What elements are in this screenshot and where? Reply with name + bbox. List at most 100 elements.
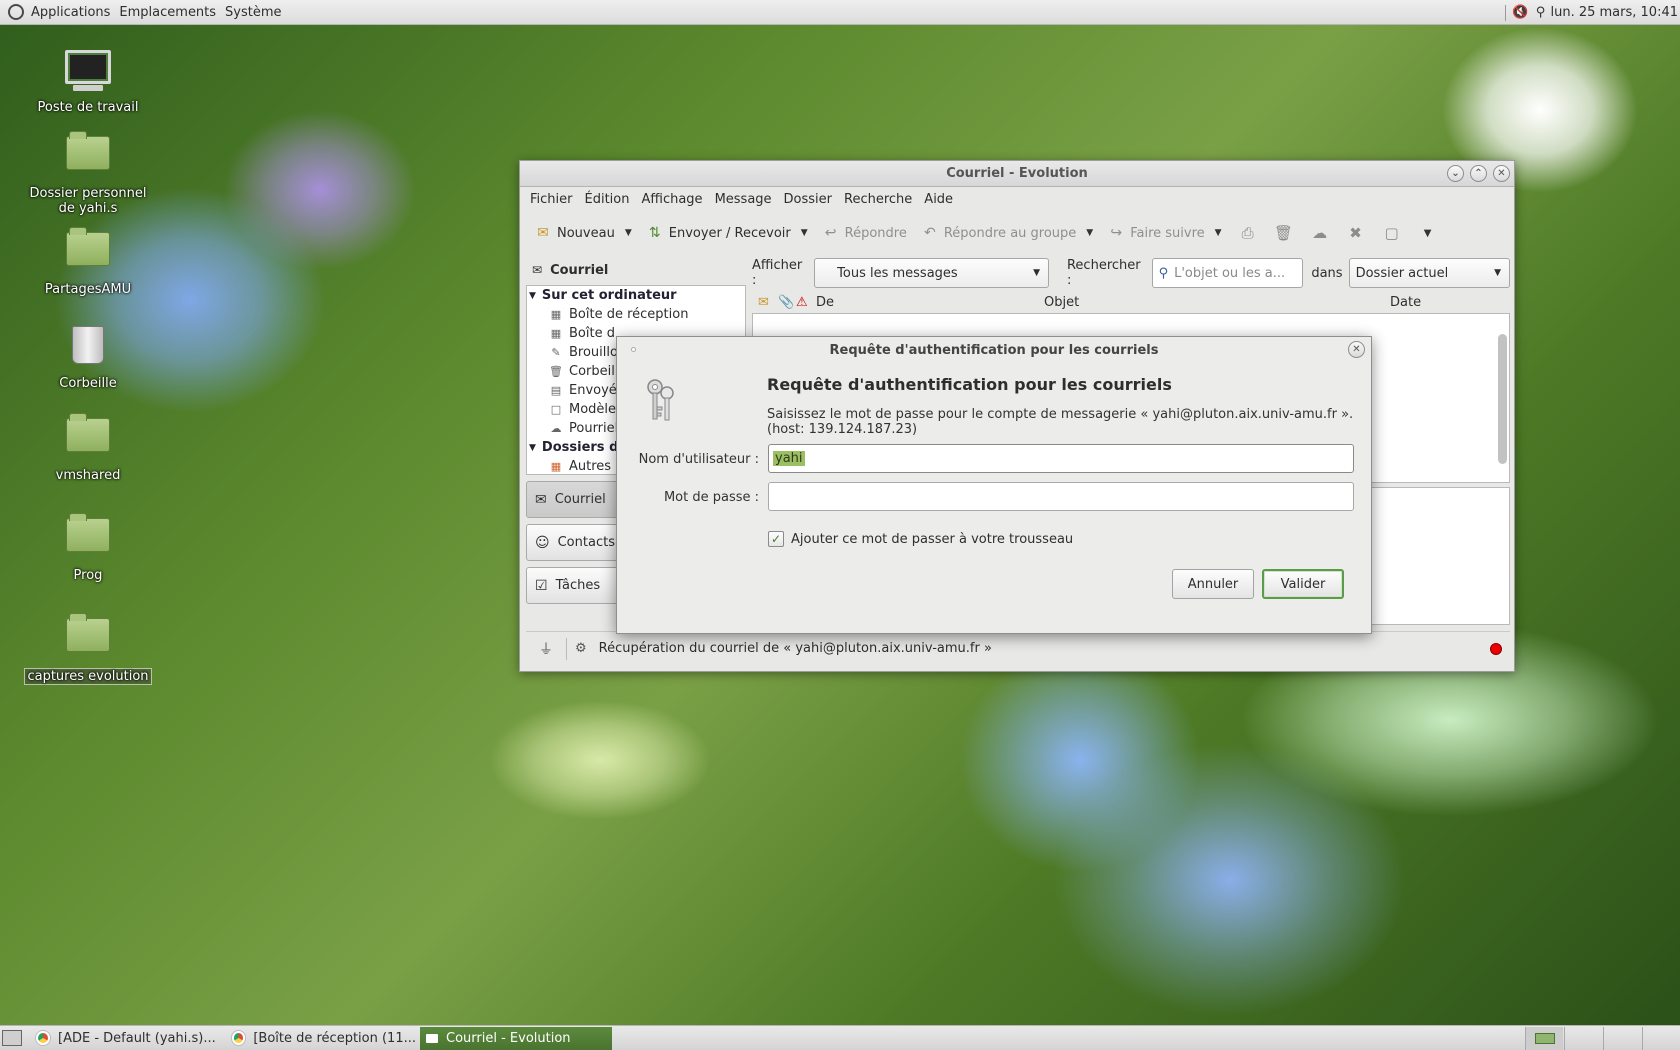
desktop-icon-prog[interactable]: Prog (13, 510, 163, 583)
junk-icon[interactable]: ☁ (1308, 221, 1332, 245)
cancel-icon[interactable]: ▢ (1380, 221, 1404, 245)
tree-group-local[interactable]: ▼ Sur cet ordinateur (527, 286, 745, 305)
window-titlebar[interactable]: Courriel - Evolution ⌄ ⌃ ✕ (520, 161, 1514, 187)
desktop-icon-home[interactable]: Dossier personnel de yahi.s (13, 128, 163, 216)
remember-password-label[interactable]: Ajouter ce mot de passer à votre trousse… (791, 532, 1073, 547)
workspace-4[interactable] (1642, 1027, 1680, 1050)
dialog-titlebar[interactable]: Requête d'authentification pour les cour… (617, 337, 1371, 363)
close-icon[interactable]: ✕ (1348, 341, 1365, 358)
scrollbar[interactable] (1497, 318, 1507, 478)
desktop-icon-captures[interactable]: captures evolution (13, 610, 163, 685)
inbox-icon: ▦ (550, 308, 562, 321)
volume-muted-icon[interactable]: 🔇 (1512, 5, 1528, 21)
menu-fichier[interactable]: Fichier (530, 192, 573, 207)
minimize-icon[interactable]: ⌄ (1447, 165, 1464, 182)
menu-dossier[interactable]: Dossier (784, 192, 832, 207)
task-inbox[interactable]: [Boîte de réception (11... (226, 1027, 416, 1050)
show-filter-select[interactable]: Tous les messages ▼ (814, 258, 1049, 288)
workspace-3[interactable] (1603, 1027, 1641, 1050)
password-field[interactable] (768, 482, 1354, 511)
column-subject[interactable]: Objet (1044, 295, 1390, 310)
workspace-2[interactable] (1564, 1027, 1602, 1050)
clock[interactable]: lun. 25 mars, 10:41 (1550, 5, 1680, 20)
expander-icon[interactable]: ▼ (529, 443, 536, 453)
menu-recherche[interactable]: Recherche (844, 192, 912, 207)
not-junk-icon[interactable]: ✖ (1344, 221, 1368, 245)
status-column-icon[interactable]: ✉ (758, 295, 778, 310)
send-receive-button[interactable]: ⇅ Envoyer / Recevoir ▼ (646, 224, 808, 242)
column-date[interactable]: Date (1390, 295, 1421, 310)
dialog-message: Saisissez le mot de passe pour le compte… (767, 407, 1357, 437)
menu-places[interactable]: Emplacements (119, 5, 216, 20)
chevron-down-icon[interactable]: ▼ (1215, 228, 1222, 238)
new-mail-icon: ✉ (537, 225, 549, 241)
attachment-column-icon[interactable]: 📎 (778, 295, 796, 310)
remember-password-row[interactable]: ✓ Ajouter ce mot de passer à votre trous… (768, 531, 1073, 547)
desktop-icon-label: Corbeille (59, 376, 117, 391)
forward-button[interactable]: ↪ Faire suivre ▼ (1107, 224, 1221, 242)
mail-icon: ✉ (532, 263, 543, 277)
chevron-down-icon[interactable]: ▼ (1086, 228, 1093, 238)
close-icon[interactable]: ✕ (1493, 165, 1510, 182)
username-field[interactable]: yahi (768, 444, 1354, 473)
task-evolution[interactable]: Courriel - Evolution (420, 1026, 612, 1050)
desktop-icon-vmshared[interactable]: vmshared (13, 410, 163, 483)
search-icon: ⚲ (1158, 265, 1169, 281)
menu-edition[interactable]: Édition (585, 192, 630, 207)
reply-label: Répondre (844, 225, 907, 241)
flag-column-icon[interactable]: ⚠ (796, 295, 816, 310)
menu-affichage[interactable]: Affichage (641, 192, 702, 207)
workspace-1[interactable] (1525, 1027, 1563, 1050)
sidebar-title: Courriel (550, 262, 609, 278)
desktop-icon-label: PartagesAMU (44, 282, 132, 297)
task-label: [Boîte de réception (11... (253, 1030, 416, 1046)
filter-bar: Afficher : Tous les messages ▼ Recherche… (752, 257, 1510, 289)
dialog-message-line: Saisissez le mot de passe pour le compte… (767, 407, 1354, 422)
chevron-down-icon[interactable]: ▼ (625, 228, 632, 238)
ok-button[interactable]: Valider (1262, 569, 1344, 599)
toolbar-overflow-icon[interactable]: ▼ (1416, 221, 1440, 245)
search-scope-select[interactable]: Dossier actuel ▼ (1348, 258, 1510, 288)
desktop-icon-label: captures evolution (24, 668, 152, 685)
task-ade[interactable]: [ADE - Default (yahi.s)... (30, 1027, 222, 1050)
reply-group-button[interactable]: ↶ Répondre au groupe ▼ (921, 224, 1093, 242)
desktop-icon-computer[interactable]: Poste de travail (13, 46, 163, 115)
remember-password-checkbox[interactable]: ✓ (768, 531, 784, 547)
activity-icon: ⚙ (575, 641, 587, 656)
chevron-down-icon: ▼ (1494, 268, 1501, 278)
folder-icon (65, 613, 111, 664)
chevron-down-icon[interactable]: ▼ (801, 228, 808, 238)
switcher-label: Tâches (555, 578, 601, 593)
folder-inbox[interactable]: ▦ Boîte de réception (527, 305, 745, 324)
menu-message[interactable]: Message (715, 192, 772, 207)
menu-aide[interactable]: Aide (924, 192, 953, 207)
menu-system[interactable]: Système (225, 5, 281, 20)
desktop-icon-trash[interactable]: Corbeille (13, 322, 163, 391)
chevron-down-icon: ▼ (1033, 268, 1040, 278)
auth-dialog: Requête d'authentification pour les cour… (616, 336, 1372, 634)
folder-label: Envoyé (569, 383, 617, 398)
cancel-activity-icon[interactable] (1490, 642, 1502, 655)
menu-applications[interactable]: Applications (31, 5, 110, 20)
folder-label: Brouillo (569, 345, 618, 360)
reply-icon: ↩ (824, 225, 837, 241)
reply-button[interactable]: ↩ Répondre (822, 224, 907, 242)
network-tool-icon[interactable]: ⚲ (1532, 5, 1548, 21)
new-button[interactable]: ✉ Nouveau ▼ (534, 224, 632, 242)
delete-icon[interactable]: 🗑 (1272, 221, 1296, 245)
desktop-icon-partagesamu[interactable]: PartagesAMU (13, 224, 163, 297)
cancel-button[interactable]: Annuler (1172, 569, 1254, 599)
print-icon[interactable]: ⎙ (1236, 221, 1260, 245)
switcher-label: Contacts (557, 535, 615, 550)
expander-icon[interactable]: ▼ (529, 291, 536, 301)
password-label: Mot de passe : (663, 490, 759, 505)
column-from[interactable]: De (816, 295, 1044, 310)
task-label: Courriel - Evolution (446, 1030, 571, 1046)
online-status-icon[interactable]: ⏚ (526, 639, 566, 659)
search-input[interactable]: ⚲ L'objet ou les a... (1151, 258, 1304, 288)
desktop-icon-label: Poste de travail (37, 100, 139, 115)
desktop-icon-label: Prog (73, 568, 103, 583)
show-desktop-icon[interactable] (2, 1030, 22, 1046)
maximize-icon[interactable]: ⌃ (1470, 165, 1487, 182)
status-bar: ⏚ ⚙ Récupération du courriel de « yahi@p… (526, 631, 1510, 665)
